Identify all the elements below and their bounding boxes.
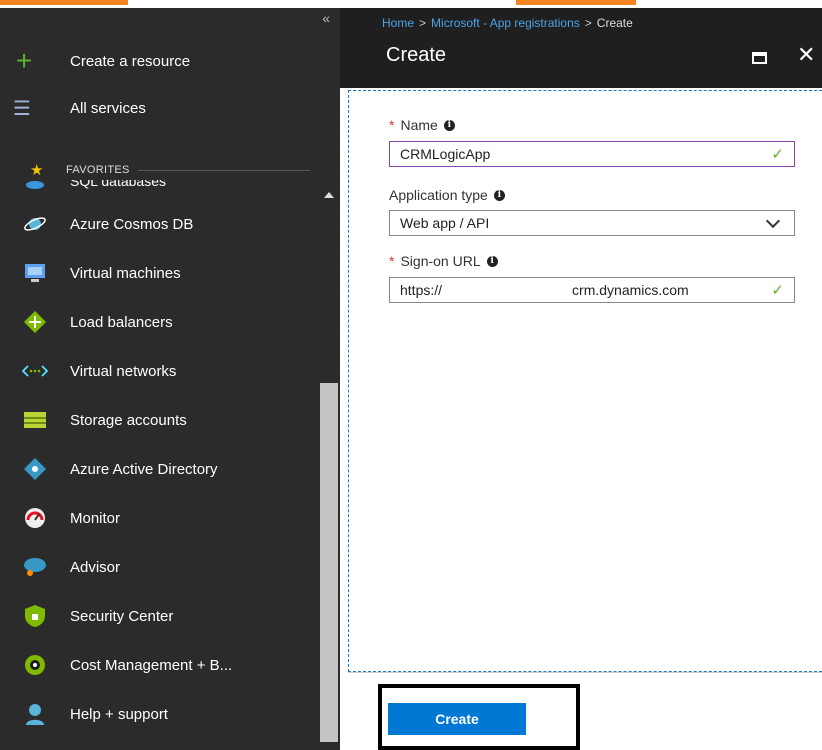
cost-management-icon <box>0 653 70 677</box>
portal-top-strip <box>0 0 822 8</box>
sidebar-item-label: Azure Cosmos DB <box>70 215 194 233</box>
favorites-label: FAVORITES <box>66 164 130 176</box>
list-icon: ☰ <box>13 97 31 120</box>
favorites-header: ★ FAVORITES <box>0 160 340 180</box>
application-type-label-text: Application type <box>389 187 488 203</box>
valid-check-icon: ✓ <box>771 146 784 163</box>
sidebar-item-label: Security Center <box>70 607 174 625</box>
sidebar-item-label: Virtual networks <box>70 362 177 380</box>
close-icon[interactable]: ✕ <box>797 44 815 66</box>
info-icon[interactable]: i <box>443 119 455 131</box>
sidebar-item-load-balancers[interactable]: Load balancers <box>0 304 312 340</box>
sidebar-item-azure-cosmos-db[interactable]: Azure Cosmos DB <box>0 206 312 242</box>
sidebar-item-virtual-networks[interactable]: Virtual networks <box>0 353 312 389</box>
required-marker: * <box>389 253 395 269</box>
sidebar-item-label: Load balancers <box>70 313 173 331</box>
sign-on-url-input[interactable]: https:// crm.dynamics.com ✓ <box>389 277 795 303</box>
breadcrumb: Home > Microsoft - App registrations > Creat… <box>382 16 633 30</box>
blade-footer: Create <box>340 672 822 750</box>
application-type-label: Application type i <box>389 187 505 203</box>
virtual-network-icon <box>0 364 70 378</box>
monitor-icon <box>0 506 70 530</box>
sidebar-item-label: Virtual machines <box>70 264 181 282</box>
sidebar-item-sql-databases[interactable]: SQL databases <box>0 180 300 196</box>
breadcrumb-app-registrations[interactable]: Microsoft - App registrations <box>431 16 580 30</box>
sign-on-url-prefix: https:// <box>400 282 443 298</box>
sidebar-item-label: Create a resource <box>70 52 191 70</box>
divider <box>348 672 822 673</box>
sidebar-item-label: Cost Management + B... <box>70 656 233 674</box>
sidebar-item-create-resource[interactable]: + Create a resource <box>0 46 300 76</box>
chevron-down-icon <box>765 213 781 228</box>
sidebar-item-label: Monitor <box>70 509 121 527</box>
cosmos-db-icon <box>0 212 70 236</box>
info-icon[interactable]: i <box>486 255 498 267</box>
breadcrumb-home[interactable]: Home <box>382 16 414 30</box>
breadcrumb-separator: > <box>419 16 427 30</box>
help-support-icon <box>0 702 70 726</box>
collapse-sidebar-icon[interactable]: « <box>322 10 330 26</box>
sign-on-url-value: https:// crm.dynamics.com <box>400 282 689 298</box>
scroll-up-arrow-icon[interactable] <box>324 192 334 198</box>
sidebar-item-monitor[interactable]: Monitor <box>0 500 312 536</box>
security-center-icon <box>0 604 70 628</box>
active-directory-icon <box>0 457 70 481</box>
required-marker: * <box>389 117 395 133</box>
sidebar-item-virtual-machines[interactable]: Virtual machines <box>0 255 312 291</box>
application-type-value: Web app / API <box>400 215 490 231</box>
sidebar-item-label: Advisor <box>70 558 121 576</box>
sign-on-url-suffix: crm.dynamics.com <box>572 282 689 298</box>
create-form: * Name i CRMLogicApp ✓ Application type … <box>348 90 822 672</box>
sidebar-item-all-services[interactable]: ☰ All services <box>0 93 300 123</box>
load-balancer-icon <box>0 310 70 334</box>
sidebar-item-help-support[interactable]: Help + support <box>0 696 312 732</box>
sql-database-icon <box>0 180 70 191</box>
scrollbar-thumb[interactable] <box>320 383 338 742</box>
sidebar-item-cost-management[interactable]: Cost Management + B... <box>0 647 312 683</box>
favorites-list: SQL databases Azure Cosmos DB Virtual ma… <box>0 180 340 742</box>
plus-icon: + <box>15 45 33 76</box>
blade-header: Home > Microsoft - App registrations > Creat… <box>340 8 822 88</box>
orange-accent-right <box>516 0 636 5</box>
name-input[interactable]: CRMLogicApp ✓ <box>389 141 795 167</box>
sidebar-item-storage-accounts[interactable]: Storage accounts <box>0 402 312 438</box>
star-icon: ★ <box>30 162 44 179</box>
sidebar-scrollbar[interactable] <box>318 180 340 742</box>
maximize-icon[interactable] <box>752 52 767 64</box>
sidebar-item-label: All services <box>70 99 146 117</box>
sidebar-item-security-center[interactable]: Security Center <box>0 598 312 634</box>
create-blade: Home > Microsoft - App registrations > Creat… <box>340 8 822 750</box>
orange-accent-left <box>0 0 128 5</box>
sign-on-url-label-text: Sign-on URL <box>400 253 481 269</box>
breadcrumb-current: Create <box>596 16 633 30</box>
sidebar-item-label: Storage accounts <box>70 411 187 429</box>
divider <box>137 169 310 171</box>
name-input-value: CRMLogicApp <box>400 146 491 162</box>
breadcrumb-separator: > <box>584 16 592 30</box>
sidebar-item-advisor[interactable]: Advisor <box>0 549 312 585</box>
page-title: Create <box>386 44 447 66</box>
valid-check-icon: ✓ <box>771 282 784 299</box>
name-label: * Name i <box>389 117 455 133</box>
virtual-machine-icon <box>0 262 70 284</box>
sidebar-item-label: Help + support <box>70 705 168 723</box>
name-label-text: Name <box>400 117 438 133</box>
advisor-icon <box>0 556 70 578</box>
sidebar-item-label: SQL databases <box>70 180 166 189</box>
sidebar-item-azure-active-directory[interactable]: Azure Active Directory <box>0 451 312 487</box>
sidebar-item-label: Azure Active Directory <box>70 460 218 478</box>
application-type-select[interactable]: Web app / API <box>389 210 795 236</box>
create-button[interactable]: Create <box>388 703 526 735</box>
info-icon[interactable]: i <box>493 189 505 201</box>
storage-account-icon <box>0 410 70 430</box>
sign-on-url-label: * Sign-on URL i <box>389 253 498 269</box>
